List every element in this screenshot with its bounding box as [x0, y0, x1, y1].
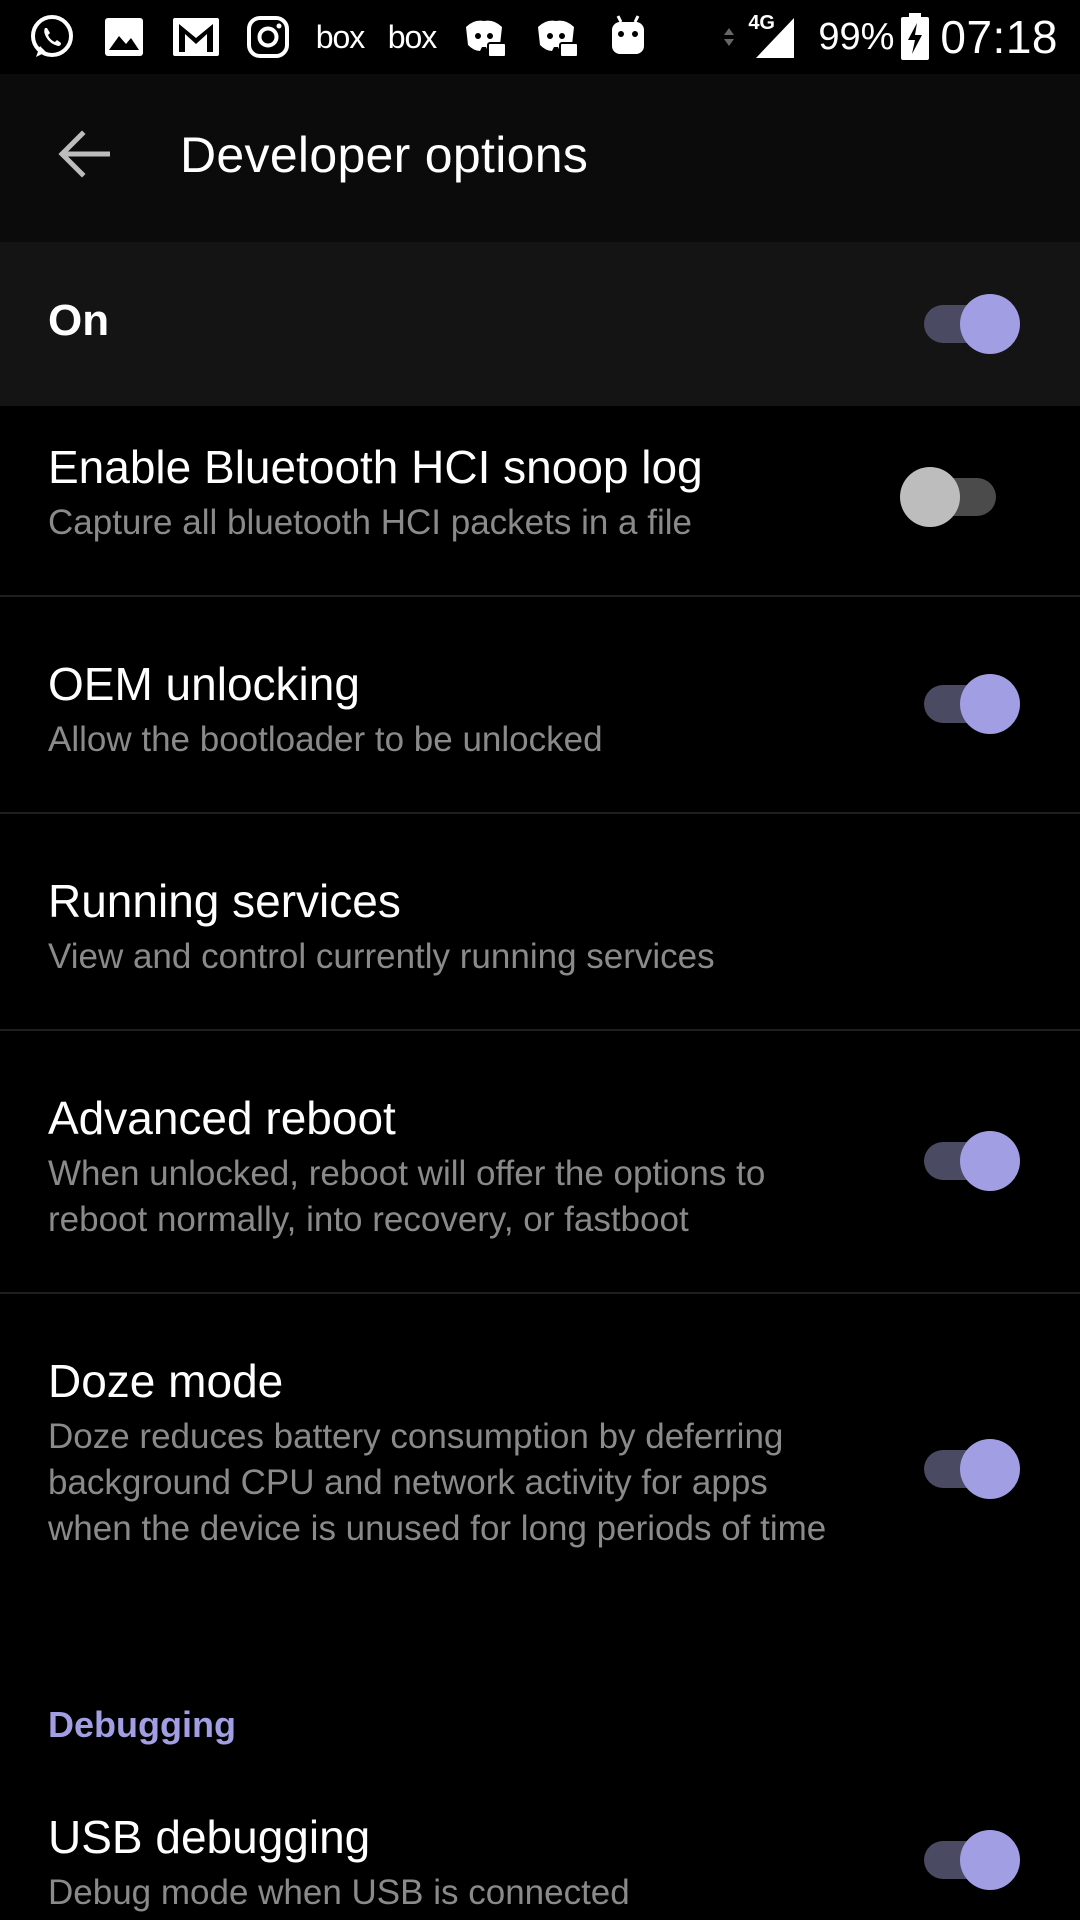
toggle-thumb [960, 1439, 1020, 1499]
cell-signal-icon: 4G [742, 12, 798, 60]
toggle-thumb [960, 674, 1020, 734]
master-switch-toggle[interactable] [910, 294, 1020, 354]
pref-summary: View and control currently running servi… [48, 937, 715, 976]
pref-summary: Allow the bootloader to be unlocked [48, 720, 603, 759]
arrow-back-icon [58, 130, 110, 178]
android-icon [602, 12, 654, 62]
whatsapp-icon [26, 12, 78, 62]
developer-options-screen: box box 4G 99% 07:18 Developer options O… [0, 0, 1080, 1920]
pref-title: OEM unlocking [48, 658, 360, 710]
pref-summary: When unlocked, reboot will offer the opt… [48, 1154, 766, 1239]
pref-title: Running services [48, 875, 401, 927]
master-switch-row[interactable]: On [0, 242, 1080, 406]
battery-charging-icon [900, 13, 930, 61]
toggle-thumb [960, 1131, 1020, 1191]
instagram-icon [242, 12, 294, 62]
box-icon: box [315, 18, 366, 55]
pref-title: Doze mode [48, 1355, 284, 1407]
box-icon: box [387, 18, 438, 55]
status-indicators: 4G 99% 07:18 [722, 6, 1058, 68]
pref-title: USB debugging [48, 1811, 371, 1863]
pref-summary: Capture all bluetooth HCI packets in a f… [48, 503, 692, 542]
advanced-reboot-toggle[interactable] [910, 1131, 1020, 1191]
discord-icon [530, 12, 582, 62]
back-button[interactable] [48, 124, 120, 184]
oem-unlocking-toggle[interactable] [910, 674, 1020, 734]
clock: 07:18 [940, 11, 1058, 63]
bluetooth-hci-snoop-toggle[interactable] [900, 467, 1010, 527]
usb-debugging-toggle[interactable] [910, 1830, 1020, 1890]
gmail-icon [170, 12, 222, 62]
status-bar: box box 4G 99% 07:18 [0, 0, 1080, 74]
page-title: Developer options [180, 127, 589, 183]
section-header-debugging: Debugging [48, 1704, 236, 1745]
pref-title: Enable Bluetooth HCI snoop log [48, 441, 703, 493]
pref-bluetooth-hci-snoop-log[interactable]: Enable Bluetooth HCI snoop log Capture a… [0, 406, 1080, 596]
battery-percentage: 99% [818, 15, 895, 58]
notification-icons: box box [26, 12, 674, 62]
pref-usb-debugging[interactable]: USB debugging Debug mode when USB is con… [0, 1770, 1080, 1920]
data-activity-icon [722, 22, 736, 52]
pref-summary: Doze reduces battery consumption by defe… [48, 1417, 827, 1548]
toggle-thumb [960, 1830, 1020, 1890]
pref-advanced-reboot[interactable]: Advanced reboot When unlocked, reboot wi… [0, 1031, 1080, 1293]
gallery-icon [98, 12, 150, 62]
pref-summary: Debug mode when USB is connected [48, 1873, 630, 1912]
pref-oem-unlocking[interactable]: OEM unlocking Allow the bootloader to be… [0, 597, 1080, 813]
pref-running-services[interactable]: Running services View and control curren… [0, 814, 1080, 1030]
pref-doze-mode[interactable]: Doze mode Doze reduces battery consumpti… [0, 1294, 1080, 1624]
app-bar: Developer options [0, 74, 1080, 242]
doze-mode-toggle[interactable] [910, 1439, 1020, 1499]
discord-icon [458, 12, 510, 62]
toggle-thumb [960, 294, 1020, 354]
toggle-thumb [900, 467, 960, 527]
master-switch-label: On [48, 296, 110, 345]
pref-title: Advanced reboot [48, 1092, 396, 1144]
